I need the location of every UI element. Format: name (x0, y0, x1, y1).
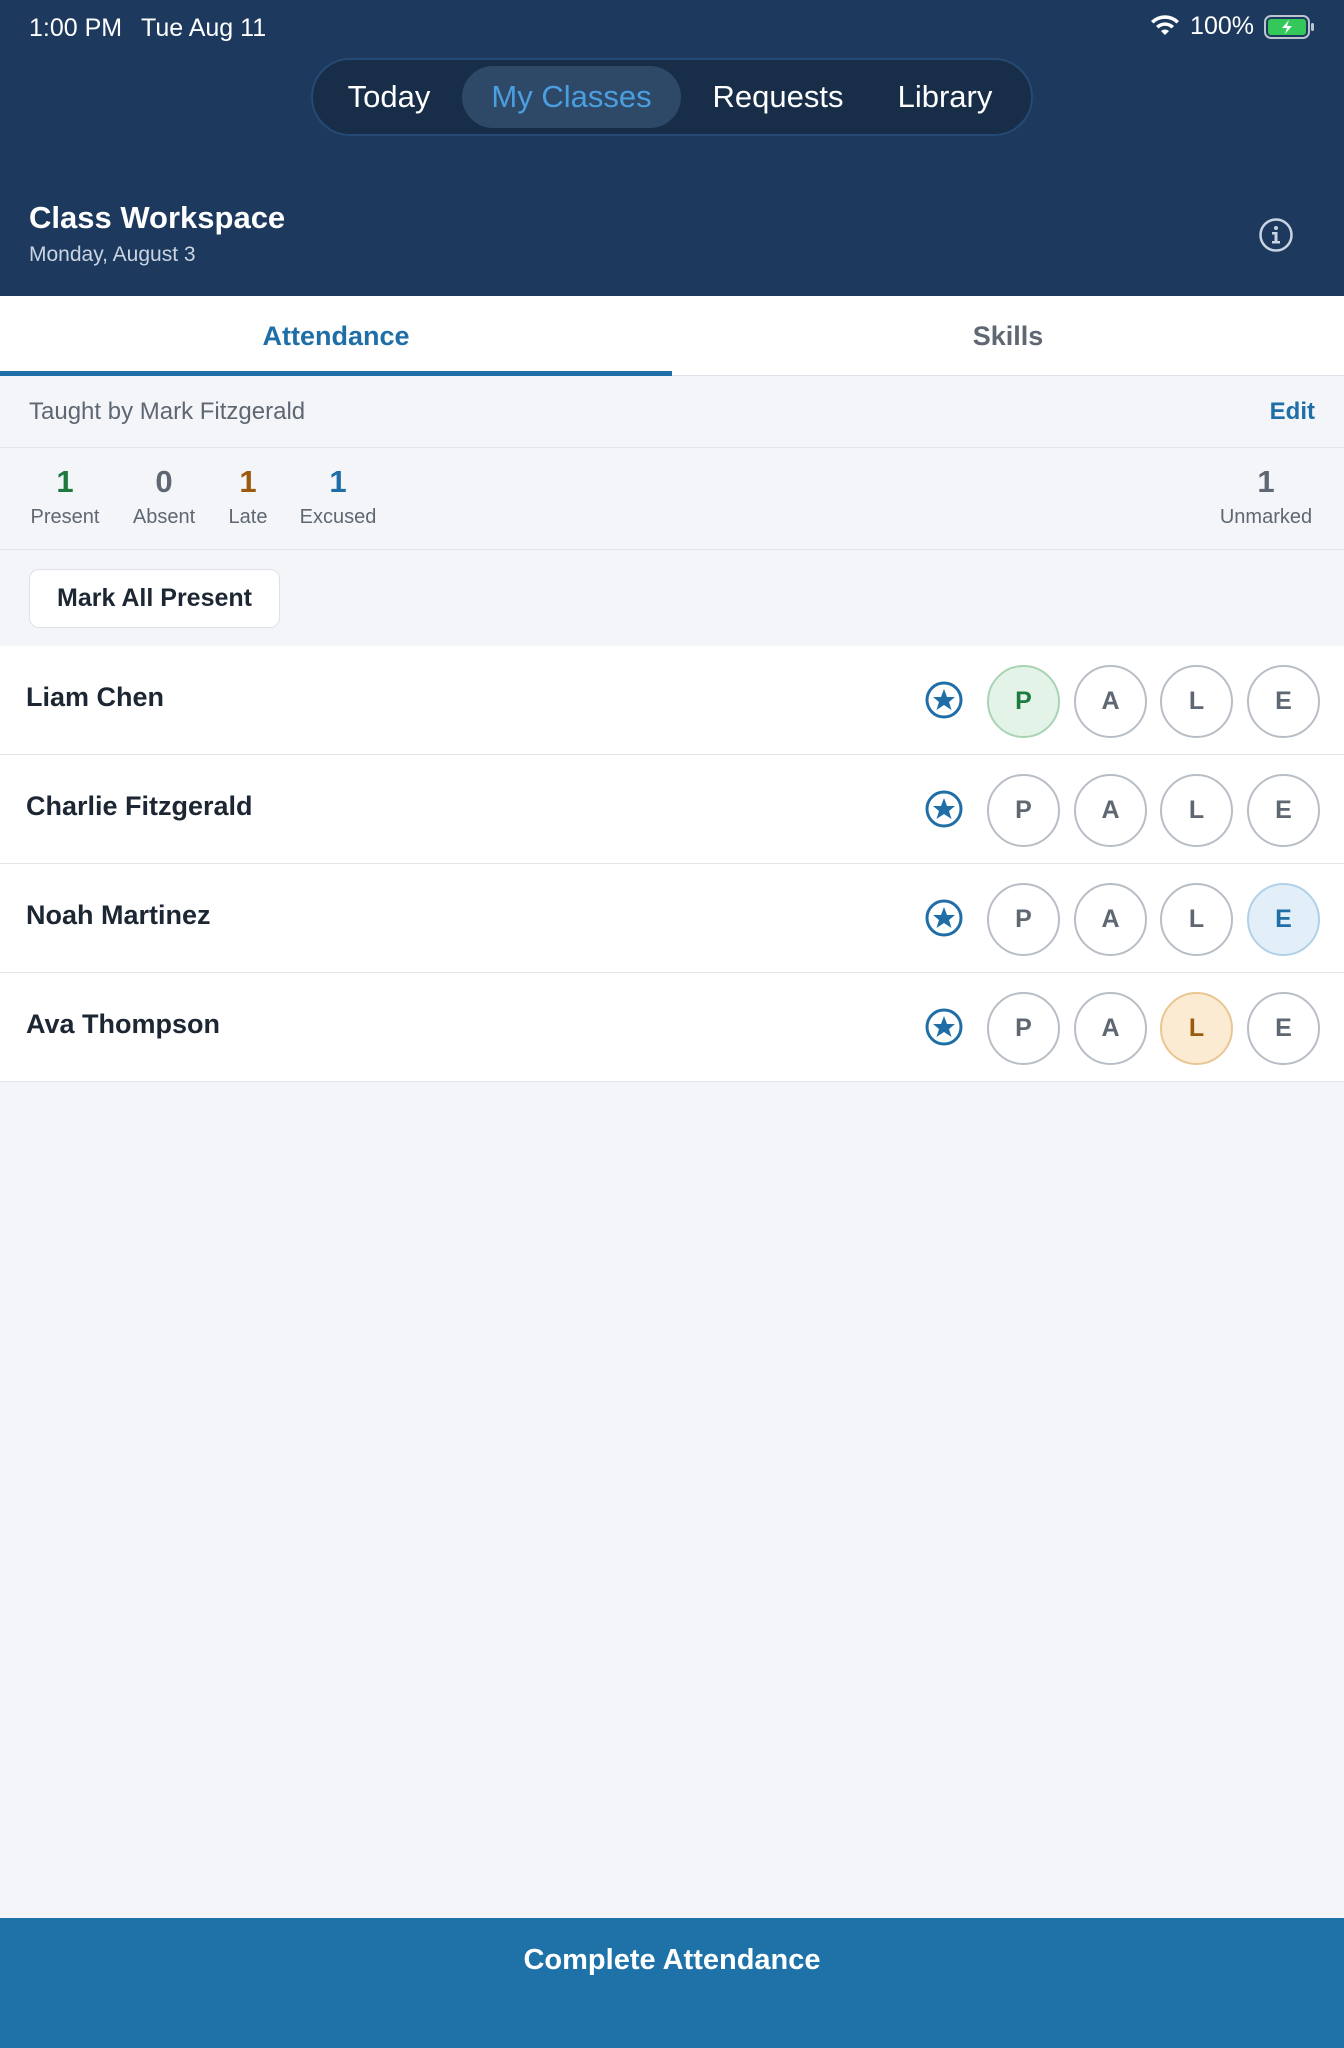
student-row: Liam Chen P A L E (0, 646, 1344, 755)
wifi-icon (1151, 14, 1180, 35)
status-time: 1:00 PM (29, 14, 123, 42)
count-late-value: 1 (239, 464, 257, 499)
count-unmarked-value: 1 (1257, 464, 1275, 499)
attendance-button-e[interactable]: E (1247, 992, 1320, 1065)
nav-tab-library[interactable]: Library (877, 66, 1013, 128)
attendance-button-a[interactable]: A (1074, 883, 1147, 956)
star-icon[interactable] (924, 1007, 964, 1047)
workspace-tabs: Attendance Skills (0, 296, 1344, 376)
attendance-button-p[interactable]: P (987, 883, 1060, 956)
page-title: Class Workspace (29, 200, 286, 235)
attendance-button-p[interactable]: P (987, 665, 1060, 738)
attendance-summary: 1 Present 0 Absent 1 Late 1 Excused 1 Un… (0, 448, 1344, 550)
student-name[interactable]: Noah Martinez (26, 900, 211, 931)
attendance-button-l[interactable]: L (1160, 992, 1233, 1065)
student-row: Noah Martinez P A L E (0, 864, 1344, 973)
battery-icon (1264, 14, 1314, 39)
info-icon[interactable] (1258, 217, 1294, 253)
count-excused-value: 1 (329, 464, 347, 499)
teacher-row: Taught by Mark Fitzgerald Edit (0, 376, 1344, 448)
attendance-button-e[interactable]: E (1247, 665, 1320, 738)
main-nav-segmented: Today My Classes Requests Library (311, 58, 1033, 136)
count-unmarked: 1 Unmarked (1212, 464, 1320, 529)
count-absent: 0 Absent (128, 464, 200, 529)
header: 1:00 PM Tue Aug 11 100% Today My Classes… (0, 0, 1344, 296)
mark-all-present-button[interactable]: Mark All Present (29, 569, 280, 628)
count-present-label: Present (30, 506, 100, 528)
count-excused-label: Excused (299, 506, 377, 528)
count-absent-label: Absent (132, 506, 196, 528)
star-icon[interactable] (924, 898, 964, 938)
page-subtitle-date: Monday, August 3 (29, 243, 196, 266)
tab-attendance[interactable]: Attendance (0, 296, 672, 376)
nav-tab-today[interactable]: Today (333, 66, 445, 128)
count-late: 1 Late (222, 464, 274, 529)
status-bar: 1:00 PM Tue Aug 11 100% (0, 0, 1344, 56)
nav-tab-requests[interactable]: Requests (699, 66, 857, 128)
attendance-button-a[interactable]: A (1074, 992, 1147, 1065)
count-unmarked-label: Unmarked (1219, 506, 1313, 528)
status-date: Tue Aug 11 (141, 14, 267, 42)
student-list: Liam Chen P A L E Charlie Fitzgerald P A L E Noah … (0, 646, 1344, 1082)
attendance-button-p[interactable]: P (987, 992, 1060, 1065)
count-present-value: 1 (56, 464, 74, 499)
attendance-button-l[interactable]: L (1160, 774, 1233, 847)
footer: Complete Attendance (0, 1918, 1344, 2048)
attendance-button-p[interactable]: P (987, 774, 1060, 847)
status-right: 100% (1150, 12, 1316, 41)
complete-attendance-button[interactable]: Complete Attendance (0, 1918, 1344, 2002)
star-icon[interactable] (924, 680, 964, 720)
student-name[interactable]: Liam Chen (26, 682, 164, 713)
student-name[interactable]: Charlie Fitzgerald (26, 791, 253, 822)
attendance-button-l[interactable]: L (1160, 883, 1233, 956)
count-present: 1 Present (29, 464, 101, 529)
student-name[interactable]: Ava Thompson (26, 1009, 220, 1040)
battery-percent: 100% (1190, 12, 1254, 40)
count-excused: 1 Excused (296, 464, 380, 529)
student-row: Ava Thompson P A L E (0, 973, 1344, 1082)
nav-tab-my-classes[interactable]: My Classes (462, 66, 681, 128)
edit-teacher-button[interactable]: Edit (1270, 398, 1315, 426)
attendance-button-e[interactable]: E (1247, 883, 1320, 956)
attendance-button-l[interactable]: L (1160, 665, 1233, 738)
mark-all-area: Mark All Present (0, 550, 1344, 646)
student-row: Charlie Fitzgerald P A L E (0, 755, 1344, 864)
count-absent-value: 0 (155, 464, 173, 499)
attendance-button-e[interactable]: E (1247, 774, 1320, 847)
star-icon[interactable] (924, 789, 964, 829)
tab-skills[interactable]: Skills (672, 296, 1344, 376)
attendance-button-a[interactable]: A (1074, 774, 1147, 847)
count-late-label: Late (228, 506, 268, 528)
attendance-button-a[interactable]: A (1074, 665, 1147, 738)
teacher-label: Taught by Mark Fitzgerald (29, 398, 306, 425)
